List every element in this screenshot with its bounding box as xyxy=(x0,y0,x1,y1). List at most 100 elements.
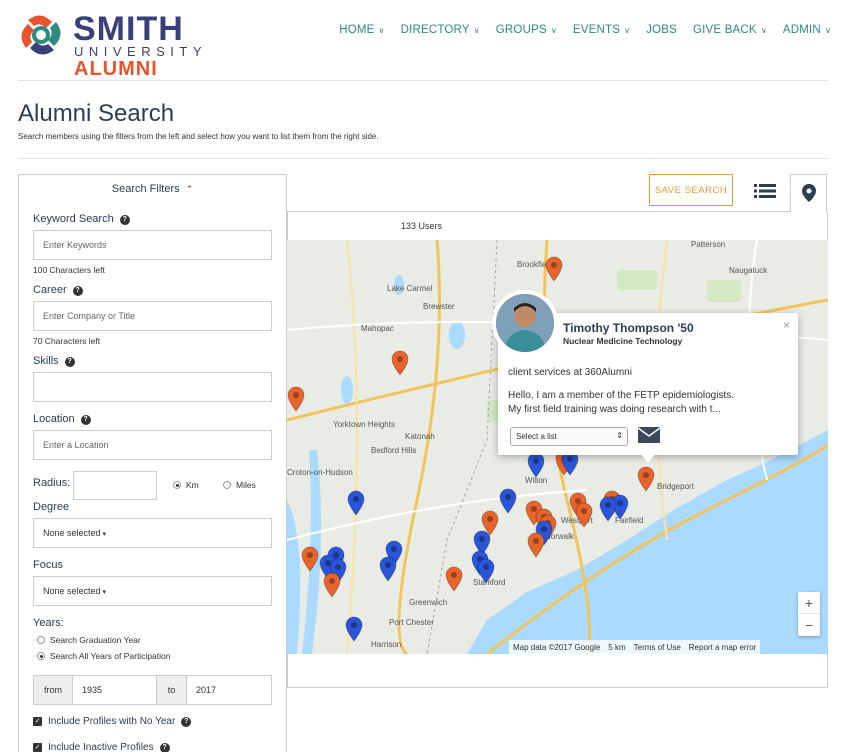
zoom-control: + − xyxy=(798,592,820,636)
help-icon[interactable]: ? xyxy=(80,415,91,425)
from-year-input[interactable]: 1935 xyxy=(73,675,157,705)
radio-unselected xyxy=(37,636,45,644)
years-range: from 1935 to 2017 xyxy=(33,675,272,705)
caret-down-icon: ▾ xyxy=(102,531,107,538)
nav-item-directory[interactable]: DIRECTORY ∨ xyxy=(393,24,488,36)
map-marker-icon[interactable] xyxy=(445,566,463,592)
map-marker-icon[interactable] xyxy=(477,558,495,584)
location-input[interactable]: Enter a Location xyxy=(33,430,272,460)
help-icon[interactable]: ? xyxy=(119,215,130,225)
zoom-out-button[interactable]: − xyxy=(798,614,820,636)
list-icon[interactable] xyxy=(752,178,778,204)
degree-label: Degree xyxy=(33,501,70,513)
title-divider xyxy=(18,158,828,159)
help-icon[interactable]: ? xyxy=(159,742,170,752)
popup-bio: Hello, I am a member of the FETP epidemi… xyxy=(508,389,778,417)
nav-item-label: HOME xyxy=(339,24,375,36)
map-report-link[interactable]: Report a map error xyxy=(689,643,757,652)
nav-item-jobs[interactable]: JOBS xyxy=(638,24,685,36)
help-icon[interactable]: ? xyxy=(181,716,192,727)
zoom-in-button[interactable]: + xyxy=(798,592,820,614)
nav-item-give-back[interactable]: GIVE BACK ∨ xyxy=(685,24,775,36)
map-marker-icon[interactable] xyxy=(323,572,341,598)
radius-miles-radio[interactable]: Miles xyxy=(223,480,256,490)
map-place-label: Patterson xyxy=(691,240,726,249)
map-marker-icon[interactable] xyxy=(545,256,563,282)
nav-item-events[interactable]: EVENTS ∨ xyxy=(565,24,638,36)
map-marker-icon[interactable] xyxy=(301,546,319,572)
nav-item-label: JOBS xyxy=(646,24,678,36)
chevron-down-icon: ∨ xyxy=(378,26,385,35)
nav-item-admin[interactable]: ADMIN ∨ xyxy=(775,24,839,36)
map-marker-icon[interactable] xyxy=(391,350,409,376)
help-icon[interactable]: ? xyxy=(72,286,83,296)
location-label-row: Location? xyxy=(33,413,91,425)
close-icon[interactable]: × xyxy=(783,318,790,332)
degree-select[interactable]: None selected ▾ xyxy=(33,518,272,548)
to-year-input[interactable]: 2017 xyxy=(187,675,272,705)
chevron-down-icon: ∨ xyxy=(550,26,557,35)
map-data-credit: Map data ©2017 Google xyxy=(513,642,601,652)
map-marker-icon[interactable] xyxy=(527,532,545,558)
map-marker-icon[interactable] xyxy=(379,556,397,582)
search-all-years-radio[interactable]: Search All Years of Participation xyxy=(37,651,171,661)
select-list-dropdown[interactable]: Select a list ⇕ xyxy=(510,427,628,446)
focus-select[interactable]: None selected ▾ xyxy=(33,576,272,606)
map-marker-icon[interactable] xyxy=(575,502,593,528)
mail-icon[interactable] xyxy=(638,427,660,443)
include-no-year-checkbox[interactable]: ✓ Include Profiles with No Year? xyxy=(33,716,192,727)
keyword-input[interactable]: Enter Keywords xyxy=(33,230,272,260)
nav-item-home[interactable]: HOME ∨ xyxy=(331,24,392,36)
map-pin-icon xyxy=(801,184,816,202)
popup-bio-line: My first field training was doing resear… xyxy=(508,404,721,415)
skills-label-row: Skills? xyxy=(33,355,75,367)
map-marker-icon[interactable] xyxy=(347,490,365,516)
focus-select-value: None selected xyxy=(43,586,101,596)
chevron-up-icon: ⌃ xyxy=(185,184,194,194)
logo[interactable]: SMITH UNIVERSITY ALUMNI xyxy=(18,10,218,80)
radius-input[interactable] xyxy=(73,471,157,500)
map-place-label: Bedford Hills xyxy=(371,446,417,455)
popup-name[interactable]: Timothy Thompson '50 xyxy=(563,321,694,335)
logo-university-text: UNIVERSITY xyxy=(74,44,208,59)
skills-label: Skills xyxy=(33,355,59,367)
from-label: from xyxy=(33,675,73,705)
map-marker-icon[interactable] xyxy=(527,452,545,478)
logo-alumni-text: ALUMNI xyxy=(74,58,158,80)
radius-km-radio[interactable]: Km xyxy=(173,480,199,490)
map-terms-link[interactable]: Terms of Use xyxy=(634,643,681,652)
include-inactive-checkbox[interactable]: ✓ Include Inactive Profiles? xyxy=(33,742,170,752)
map-place-label: Port Chester xyxy=(389,618,434,627)
tabs-divider xyxy=(287,211,828,212)
career-input[interactable]: Enter Company or Title xyxy=(33,301,272,331)
filters-toggle[interactable]: Search Filters ⌃ xyxy=(19,183,286,195)
map-place-label: Croton-on-Hudson xyxy=(287,468,353,477)
career-char-count: 70 Characters left xyxy=(33,336,101,346)
map-place-label: Bridgeport xyxy=(657,482,694,491)
save-search-button[interactable]: SAVE SEARCH xyxy=(649,174,733,206)
search-grad-year-radio[interactable]: Search Graduation Year xyxy=(37,635,141,645)
help-icon[interactable]: ? xyxy=(64,357,75,367)
skills-input[interactable] xyxy=(33,372,272,402)
map-place-label: Greenwich xyxy=(409,598,448,607)
map-view-tab[interactable] xyxy=(790,174,827,212)
users-count: 133 Users xyxy=(401,221,443,231)
nav-item-groups[interactable]: GROUPS ∨ xyxy=(488,24,565,36)
chevron-down-icon: ∨ xyxy=(824,26,831,35)
include-no-year-label: Include Profiles with No Year xyxy=(48,716,176,727)
map-marker-icon[interactable] xyxy=(345,616,363,642)
map-place-label: Naugatuck xyxy=(729,266,768,275)
map-marker-icon[interactable] xyxy=(499,488,517,514)
page-title: Alumni Search xyxy=(18,100,175,127)
main-nav: HOME ∨ DIRECTORY ∨ GROUPS ∨ EVENTS ∨ JOBS GIVE BA… xyxy=(331,24,839,36)
popup-field: Nuclear Medicine Technology xyxy=(563,336,683,346)
map-place-label: Katonah xyxy=(405,432,435,441)
map-marker-icon[interactable] xyxy=(637,466,655,492)
nav-item-label: ADMIN xyxy=(782,24,821,36)
map-marker-icon[interactable] xyxy=(599,496,617,522)
page-subtitle: Search members using the filters from th… xyxy=(18,132,379,141)
map-marker-icon[interactable] xyxy=(287,386,305,412)
nav-item-label: EVENTS xyxy=(572,24,621,36)
map-place-label: Mahopac xyxy=(361,324,394,333)
radio-selected xyxy=(37,652,45,660)
